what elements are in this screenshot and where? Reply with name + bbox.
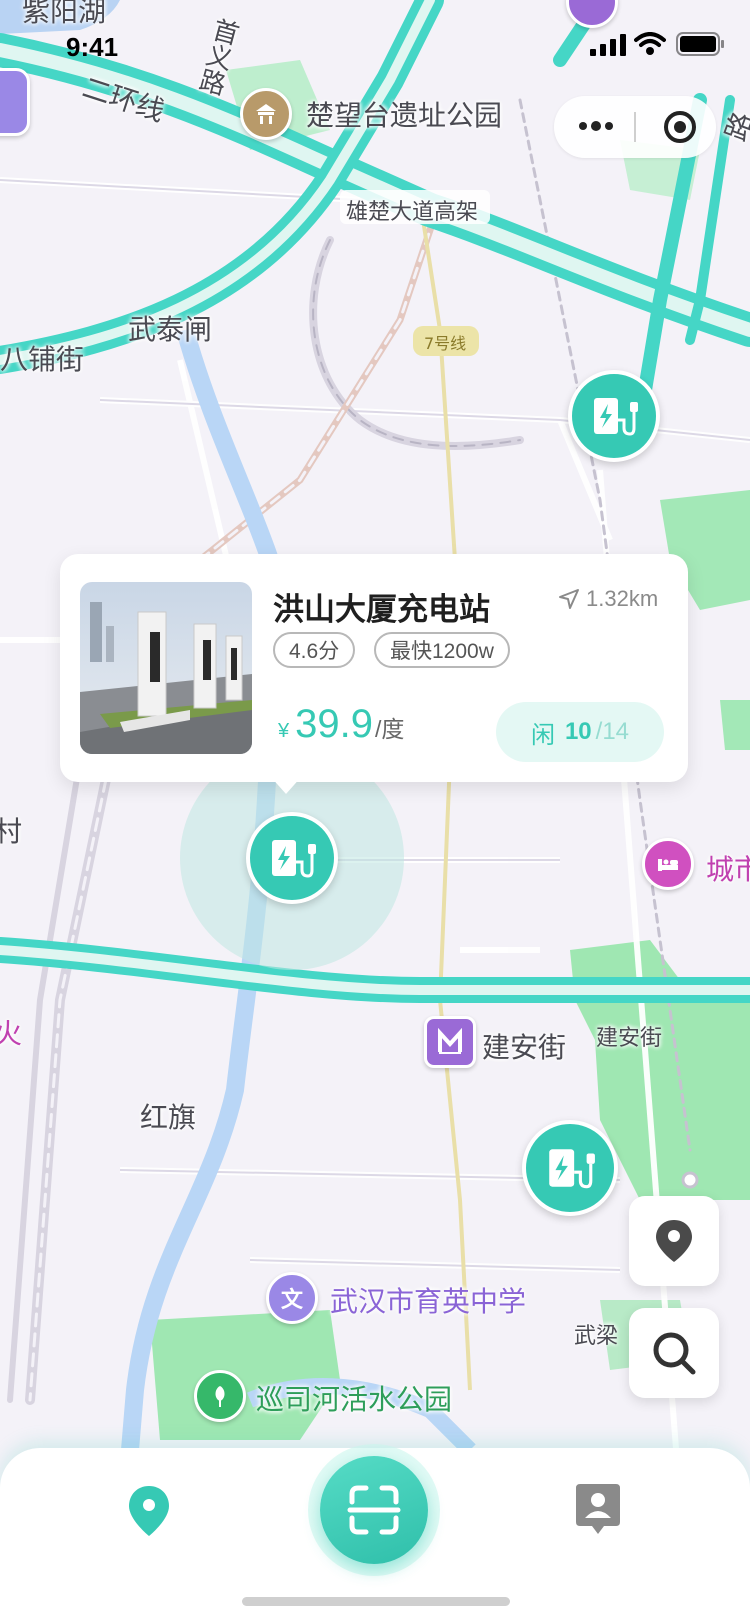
price-display: ¥ 39.9 /度 (278, 702, 404, 747)
available-count: 10 (564, 718, 592, 745)
distance-value: 1.32km (586, 586, 659, 611)
capsule-divider (634, 112, 636, 142)
profile-tab-icon[interactable] (574, 1482, 622, 1538)
charging-station-marker[interactable] (568, 370, 660, 462)
metro-station-icon[interactable] (424, 1016, 476, 1068)
search-icon (653, 1332, 696, 1375)
hotel-poi-icon[interactable] (642, 838, 694, 890)
card-pointer (270, 776, 302, 794)
station-name: 洪山大厦充电站 (273, 592, 490, 627)
temple-poi-icon[interactable] (240, 88, 292, 140)
park-poi-icon[interactable] (194, 1370, 246, 1422)
map-label-jianan-street: 建安街 (596, 1026, 663, 1051)
navigation-arrow-icon (559, 589, 579, 609)
left-edge-poi-icon (0, 68, 30, 136)
currency-symbol: ¥ (278, 720, 290, 742)
home-indicator (242, 1597, 510, 1606)
map-label-yuying-school: 武汉市育英中学 (330, 1285, 527, 1318)
battery-icon (676, 32, 724, 56)
map-label-xiongchu-overpass: 雄楚大道高架 (346, 200, 479, 225)
price-unit: /度 (374, 716, 405, 742)
price-value: 39.9 (295, 702, 373, 746)
map-tab-icon[interactable] (126, 1484, 172, 1538)
map-label-city-hotel: 城市 (706, 853, 750, 886)
school-poi-icon[interactable]: 文 (266, 1272, 318, 1324)
scan-icon (347, 1485, 401, 1535)
close-miniprogram-icon[interactable] (662, 109, 698, 145)
availability-label: 闲 (530, 721, 555, 749)
map-label-edge-left2: 火 (0, 1017, 23, 1050)
rating-tag: 4.6分 (273, 632, 356, 668)
charging-station-marker-selected[interactable] (246, 812, 338, 904)
wifi-icon (634, 32, 666, 55)
station-distance: 1.32km (558, 586, 658, 612)
station-info-card[interactable]: 洪山大厦充电站 1.32km 4.6分 最快1200w ¥ 39.9 /度 闲 … (60, 554, 688, 794)
map-label-bapu-street: 八铺街 (0, 343, 85, 376)
status-time: 9:41 (66, 32, 119, 62)
max-power-tag: 最快1200w (374, 632, 510, 668)
map-label-wutaizha: 武泰闸 (128, 313, 213, 346)
map-label-jianan-station: 建安街 (482, 1031, 567, 1064)
map-label-chuwangtai: 楚望台遗址公园 (306, 99, 503, 132)
more-menu-icon[interactable] (578, 120, 614, 132)
location-pin-icon (656, 1220, 692, 1262)
locate-me-button[interactable] (629, 1196, 719, 1286)
cellular-signal-icon (590, 34, 626, 56)
map-label-line7: 7号线 (424, 334, 467, 353)
availability-badge: 闲 10 /14 (496, 702, 664, 762)
map-label-hongqi: 红旗 (140, 1101, 197, 1134)
map-label-xunsi-park: 巡司河活水公园 (256, 1383, 453, 1416)
total-count: /14 (595, 718, 630, 745)
map-label-wuliang: 武梁 (574, 1324, 619, 1349)
map-label-edge-left: 村 (0, 815, 23, 848)
charging-station-marker[interactable] (522, 1120, 618, 1216)
scan-to-charge-button[interactable] (320, 1456, 428, 1564)
station-photo (80, 582, 252, 754)
map-label-ziyang-lake: 紫阳湖 (22, 0, 107, 28)
miniprogram-capsule (554, 96, 716, 158)
search-button[interactable] (629, 1308, 719, 1398)
